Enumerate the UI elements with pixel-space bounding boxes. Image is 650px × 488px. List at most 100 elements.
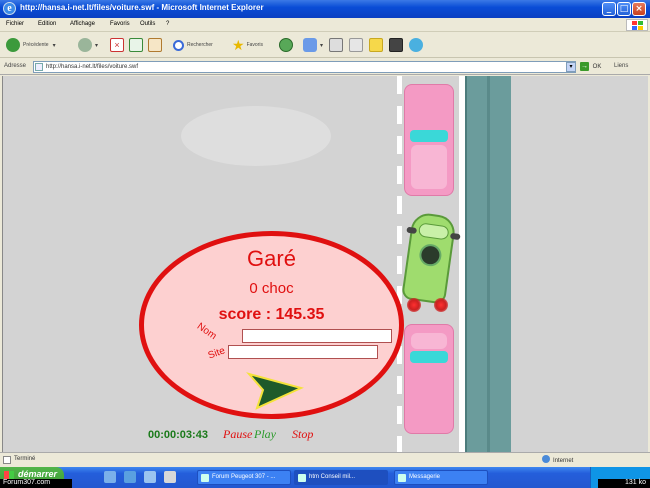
quicklaunch-media-icon[interactable] — [164, 471, 176, 483]
discuss-icon — [369, 38, 383, 52]
car-roof — [411, 333, 447, 349]
page-done-icon — [3, 456, 11, 464]
menu-favorites[interactable]: Favoris — [110, 21, 130, 27]
menu-edit[interactable]: Edition — [38, 21, 56, 27]
edit-icon — [349, 38, 363, 52]
taskbar-item-forum[interactable]: Forum Peugeot 307 - ... — [197, 470, 291, 485]
go-button[interactable]: → OK — [580, 62, 601, 71]
discuss-button[interactable] — [369, 37, 383, 53]
parked-car-front — [404, 84, 454, 196]
taskbar-item-ie[interactable]: htm Conseil mil... — [294, 470, 388, 485]
play-button[interactable]: Play — [251, 425, 277, 443]
address-input[interactable]: http://hansa.i-net.lt/files/voiture.swf — [33, 61, 576, 73]
address-label: Adresse — [4, 63, 27, 69]
watermark: Forum307.com — [0, 479, 72, 488]
parked-car-rear — [404, 324, 454, 434]
edit-button[interactable] — [349, 37, 363, 53]
result-panel: Garé 0 choc score : 145.35 Nom Site — [139, 231, 404, 419]
go-icon: → — [580, 62, 589, 71]
menu-file[interactable]: Fichier — [6, 21, 24, 27]
messenger-button[interactable] — [409, 37, 426, 53]
background-ghost-shape — [181, 106, 331, 166]
submit-arrow-icon[interactable] — [245, 372, 305, 412]
car-roof — [411, 145, 447, 189]
quicklaunch-desktop-icon[interactable] — [104, 471, 116, 483]
back-button[interactable]: Précédente ▾ — [6, 37, 56, 53]
address-bar: Adresse http://hansa.i-net.lt/files/voit… — [0, 59, 650, 75]
car-windshield — [410, 130, 448, 142]
shock-count: 0 choc — [249, 280, 294, 297]
minimize-button[interactable]: _ — [602, 2, 616, 16]
history-button[interactable] — [279, 37, 296, 53]
address-dropdown-button[interactable]: ▾ — [566, 62, 576, 72]
go-label: OK — [592, 64, 602, 70]
title-bar: e http://hansa.i-net.lt/files/voiture.sw… — [0, 0, 650, 18]
quicklaunch-ie-icon[interactable] — [124, 471, 136, 483]
zone-label: Internet — [553, 458, 574, 464]
flash-game[interactable]: Garé 0 choc score : 145.35 Nom Site 00:0… — [2, 76, 648, 452]
car-windshield — [410, 351, 448, 363]
menu-view[interactable]: Affichage — [70, 21, 95, 27]
address-value: http://hansa.i-net.lt/files/voiture.swf — [46, 64, 139, 70]
name-input[interactable] — [242, 329, 392, 343]
globe-icon — [542, 455, 550, 463]
refresh-icon — [129, 38, 143, 52]
ie-icon: e — [3, 2, 16, 15]
stop-button[interactable]: × — [110, 37, 124, 53]
status-text: Terminé — [14, 456, 36, 462]
size-badge: 131 ko — [598, 479, 650, 488]
menu-bar: Fichier Edition Affichage Favoris Outils… — [0, 18, 650, 32]
window-title: http://hansa.i-net.lt/files/voiture.swf … — [20, 3, 264, 12]
timer: 00:00:03:43 — [148, 429, 208, 441]
brake-light — [434, 298, 448, 312]
taskbar: démarrer Forum307.com Forum Peugeot 307 … — [0, 467, 650, 488]
links-label[interactable]: Liens — [614, 63, 628, 69]
mail-icon — [303, 38, 317, 52]
favorites-label: Favoris — [246, 42, 263, 48]
forward-button[interactable]: ▾ — [78, 37, 98, 53]
page-icon — [35, 63, 43, 71]
menu-tools[interactable]: Outils — [140, 21, 155, 27]
site-input[interactable] — [228, 345, 378, 359]
brake-light — [407, 298, 421, 312]
score-value: score : 145.35 — [218, 306, 325, 323]
print-button[interactable] — [329, 37, 343, 53]
name-label: Nom — [194, 320, 219, 343]
windows-logo-icon — [626, 19, 648, 31]
site-label: Site — [206, 345, 227, 362]
forward-icon — [78, 38, 92, 52]
menu-help[interactable]: ? — [166, 21, 169, 27]
start-label: démarrer — [18, 469, 58, 479]
taskbar-item-mail[interactable]: Messagerie — [394, 470, 488, 485]
status-bar: Terminé Internet — [0, 452, 650, 467]
back-icon — [6, 38, 20, 52]
favorites-button[interactable]: ★ Favoris — [232, 37, 263, 53]
sidewalk — [465, 76, 511, 452]
pause-button[interactable]: Pause — [223, 427, 252, 442]
favorites-icon: ★ — [232, 36, 245, 53]
car-windshield — [417, 222, 450, 241]
player-car[interactable] — [401, 211, 461, 305]
search-label: Rechercher — [187, 42, 213, 48]
home-button[interactable] — [148, 37, 162, 53]
print-icon — [329, 38, 343, 52]
search-button[interactable]: Rechercher — [173, 37, 213, 53]
back-label: Précédente — [23, 42, 49, 48]
messenger-icon — [409, 38, 423, 52]
research-button[interactable] — [389, 37, 403, 53]
stop-icon: × — [110, 38, 124, 52]
home-icon — [148, 38, 162, 52]
close-button[interactable]: × — [632, 2, 646, 16]
mail-button[interactable]: ▾ — [303, 37, 323, 53]
quicklaunch-explorer-icon[interactable] — [144, 471, 156, 483]
security-zone: Internet — [542, 455, 573, 464]
maximize-button[interactable]: □ — [617, 2, 631, 16]
research-icon — [389, 38, 403, 52]
search-icon — [173, 39, 184, 51]
history-icon — [279, 38, 293, 52]
stop-game-button[interactable]: Stop — [292, 427, 313, 442]
driver-icon — [417, 242, 443, 268]
result-title: Garé — [247, 246, 296, 271]
toolbar: Précédente ▾ ▾ × Rechercher ★ Favoris ▾ — [0, 33, 650, 58]
refresh-button[interactable] — [129, 37, 143, 53]
